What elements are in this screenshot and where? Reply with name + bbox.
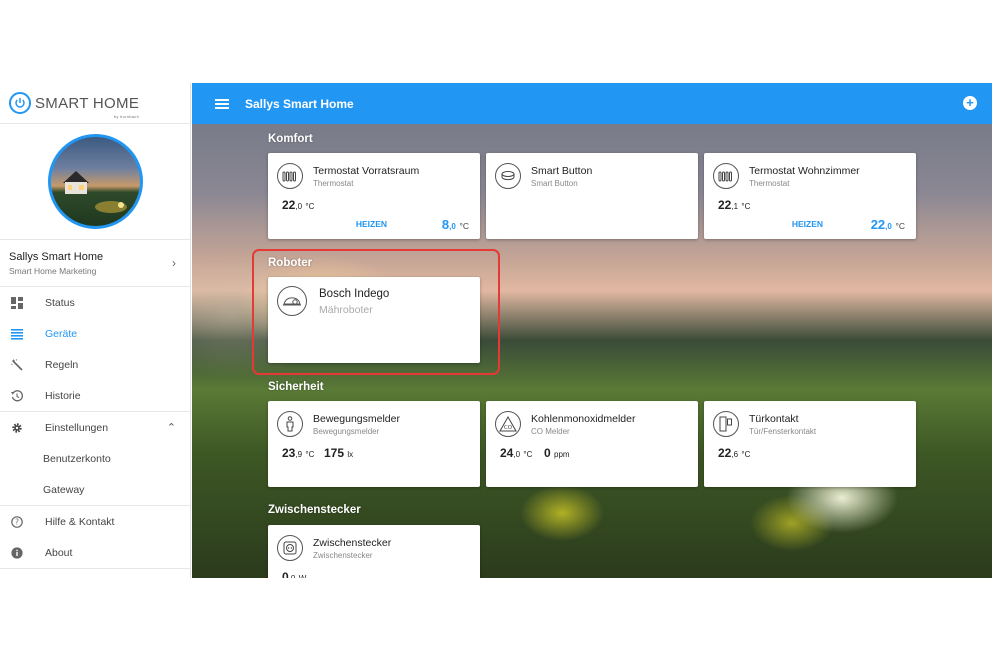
radiator-icon bbox=[713, 163, 739, 189]
chevron-right-icon: › bbox=[172, 256, 176, 270]
nav-item-about[interactable]: About bbox=[0, 537, 190, 568]
nav-subitem-benutzerkonto[interactable]: Benutzerkonto bbox=[0, 443, 190, 474]
account-subtitle: Smart Home Marketing bbox=[9, 266, 97, 276]
device-card-zwischenstecker[interactable]: Zwischenstecker Zwischenstecker 0,0 W bbox=[268, 525, 480, 578]
avatar[interactable] bbox=[47, 134, 143, 229]
account-name: Sallys Smart Home bbox=[9, 251, 104, 263]
nav-item-regeln[interactable]: Regeln bbox=[0, 349, 190, 380]
nav-label-geraete: Geräte bbox=[45, 327, 78, 340]
device-card-bewegungsmelder[interactable]: Bewegungsmelder Bewegungsmelder 23,9 °C … bbox=[268, 401, 480, 487]
target-temperature[interactable]: 8,0 °C bbox=[442, 217, 469, 232]
current-temperature: 22,1 °C bbox=[718, 198, 751, 212]
device-name: Smart Button bbox=[531, 165, 593, 177]
device-type: Tür/Fensterkontakt bbox=[749, 427, 817, 436]
device-card-kohlenmonoxidmelder[interactable]: CO Kohlenmonoxidmelder CO Melder 24,0 °C… bbox=[486, 401, 698, 487]
current-temperature: 22,6 °C bbox=[718, 446, 751, 460]
app-bar: Sallys Smart Home + bbox=[192, 83, 992, 124]
radiator-icon bbox=[277, 163, 303, 189]
device-card-thermostat-wohnzimmer[interactable]: Termostat Wohnzimmer Thermostat 22,1 °C … bbox=[704, 153, 916, 239]
nav-label-historie: Historie bbox=[45, 389, 81, 402]
device-card-tuerkontakt[interactable]: Türkontakt Tür/Fensterkontakt 22,6 °C bbox=[704, 401, 916, 487]
door-contact-icon bbox=[713, 411, 739, 437]
co-sensor-icon: CO bbox=[495, 411, 521, 437]
current-temperature: 23,9 °C bbox=[282, 446, 315, 460]
section-title-zwischenstecker: Zwischenstecker bbox=[268, 504, 361, 516]
device-card-thermostat-vorratsraum[interactable]: Termostat Vorratsraum Thermostat 22,0 °C… bbox=[268, 153, 480, 239]
account-switcher[interactable]: Sallys Smart Home Smart Home Marketing › bbox=[0, 240, 190, 287]
device-type: CO Melder bbox=[531, 427, 570, 436]
nav-label-about: About bbox=[45, 546, 73, 559]
logo[interactable]: SMART HOME by hornbach bbox=[0, 83, 190, 124]
current-temperature: 22,0 °C bbox=[282, 198, 315, 212]
svg-text:CO: CO bbox=[504, 425, 513, 431]
device-name: Kohlenmonoxidmelder bbox=[531, 413, 636, 425]
app-window: SMART HOME by hornbach Sallys Smart Home… bbox=[0, 83, 992, 578]
main-content: Sallys Smart Home + Komfort Termostat Vo… bbox=[192, 83, 992, 578]
nav-label-einstellungen: Einstellungen bbox=[45, 421, 109, 434]
sidebar: SMART HOME by hornbach Sallys Smart Home… bbox=[0, 83, 191, 578]
nav-subitem-gateway[interactable]: Gateway bbox=[0, 474, 190, 505]
page-title: Sallys Smart Home bbox=[245, 96, 354, 111]
device-type: Bewegungsmelder bbox=[313, 427, 380, 436]
current-temperature: 24,0 °C bbox=[500, 446, 533, 460]
smart-button-icon bbox=[495, 163, 521, 189]
logo-text: SMART HOME by hornbach bbox=[35, 94, 140, 119]
co-ppm-value: 0 ppm bbox=[544, 446, 570, 460]
device-name: Termostat Wohnzimmer bbox=[749, 165, 860, 177]
illuminance-value: 175 lx bbox=[324, 446, 354, 460]
device-name: Zwischenstecker bbox=[313, 537, 392, 549]
robot-mower-icon bbox=[277, 286, 307, 316]
plug-icon bbox=[277, 535, 303, 561]
dashboard-icon bbox=[10, 296, 24, 310]
hamburger-menu-icon[interactable] bbox=[215, 97, 229, 111]
heating-mode-label: HEIZEN bbox=[355, 219, 387, 229]
nav-label-status: Status bbox=[45, 296, 75, 309]
nav-label-hilfe: Hilfe & Kontakt bbox=[45, 515, 115, 528]
nav-item-geraete[interactable]: Geräte bbox=[0, 318, 190, 349]
device-card-smart-button[interactable]: Smart Button Smart Button bbox=[486, 153, 698, 239]
device-type: Smart Button bbox=[531, 179, 578, 188]
add-circle-icon[interactable]: + bbox=[963, 96, 977, 110]
device-type: Thermostat bbox=[313, 179, 354, 188]
nav-item-historie[interactable]: Historie bbox=[0, 380, 190, 411]
gear-icon bbox=[10, 421, 24, 435]
power-house-icon bbox=[9, 92, 31, 114]
device-type: Thermostat bbox=[749, 179, 790, 188]
device-name: Bewegungsmelder bbox=[313, 413, 400, 425]
device-type: Mähroboter bbox=[319, 304, 373, 316]
info-icon bbox=[10, 546, 24, 560]
help-circle-icon: ? bbox=[10, 515, 24, 529]
power-value: 0,0 W bbox=[282, 570, 306, 578]
device-type: Zwischenstecker bbox=[313, 551, 373, 560]
section-title-sicherheit: Sicherheit bbox=[268, 381, 324, 393]
section-title-komfort: Komfort bbox=[268, 133, 313, 145]
avatar-area bbox=[0, 124, 190, 240]
device-card-bosch-indego[interactable]: Bosch Indego Mähroboter bbox=[268, 277, 480, 363]
nav-item-hilfe[interactable]: ? Hilfe & Kontakt bbox=[0, 506, 190, 537]
heating-mode-label: HEIZEN bbox=[791, 219, 823, 229]
nav-label-regeln: Regeln bbox=[45, 358, 79, 371]
nav-item-status[interactable]: Status bbox=[0, 287, 190, 318]
device-name: Termostat Vorratsraum bbox=[313, 165, 420, 177]
motion-sensor-icon bbox=[277, 411, 303, 437]
device-name: Bosch Indego bbox=[319, 288, 390, 300]
device-name: Türkontakt bbox=[749, 413, 799, 425]
magic-wand-icon bbox=[10, 358, 24, 372]
logo-subtext: by hornbach bbox=[113, 113, 140, 119]
list-icon bbox=[10, 327, 24, 341]
history-icon bbox=[10, 389, 24, 403]
nav-item-einstellungen[interactable]: Einstellungen ⌃ bbox=[0, 412, 190, 443]
svg-text:?: ? bbox=[15, 517, 19, 526]
target-temperature[interactable]: 22,0 °C bbox=[871, 217, 905, 232]
chevron-up-icon: ⌃ bbox=[166, 422, 176, 434]
